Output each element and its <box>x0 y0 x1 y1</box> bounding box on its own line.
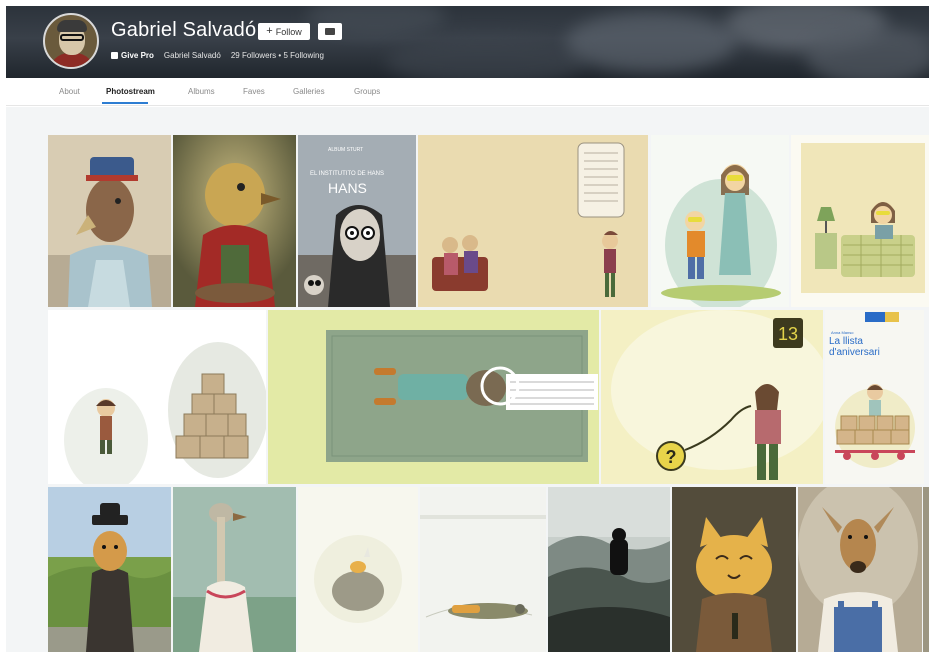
book-title: HANS <box>328 180 367 196</box>
photo-tile[interactable] <box>420 487 546 652</box>
photo-tile[interactable] <box>418 135 648 307</box>
photo-tile[interactable] <box>791 135 929 307</box>
book-author: ALBUM STURT <box>328 147 363 153</box>
photo-tile[interactable] <box>672 487 796 652</box>
message-button[interactable] <box>318 23 342 40</box>
tab-photostream[interactable]: Photostream <box>106 87 155 96</box>
photo-tile[interactable] <box>298 487 418 652</box>
photo-tile[interactable] <box>548 487 670 652</box>
tab-about[interactable]: About <box>59 87 80 96</box>
pro-label: Give Pro <box>121 51 154 60</box>
photo-bird-uniform <box>48 135 171 307</box>
username: Gabriel Salvadó <box>163 51 221 60</box>
follow-label: Follow <box>275 26 302 37</box>
profile-meta: Give Pro Gabriel Salvadó 29 Followers • … <box>111 51 324 60</box>
photo-ostrich-dress <box>173 487 296 652</box>
tab-groups[interactable]: Groups <box>354 87 380 96</box>
photo-fallen-figure <box>420 487 546 652</box>
flickr-profile-page: Gabriel Salvadó + Follow Give Pro Gabrie… <box>0 0 935 652</box>
avatar[interactable] <box>43 13 99 69</box>
question-mark: ? <box>666 447 677 467</box>
profile-subnav: About Photostream Albums Faves Galleries… <box>6 78 929 106</box>
photo-couple-sofa <box>418 135 648 307</box>
followers-count[interactable]: 29 Followers • 5 Following <box>231 51 324 60</box>
mail-icon <box>325 28 335 35</box>
photo-tile[interactable]: Anna Manso La llista d'aniversari <box>825 310 924 484</box>
photo-two-children <box>651 135 789 307</box>
plus-icon: + <box>266 25 273 37</box>
tab-albums[interactable]: Albums <box>188 87 215 96</box>
book-subtitle: EL INSTITUTITO DE HANS <box>310 171 384 177</box>
follow-button[interactable]: + Follow <box>258 23 310 40</box>
photo-child-in-bed <box>791 135 929 307</box>
photo-tile[interactable] <box>48 310 266 484</box>
photo-dog-in-suit <box>48 487 171 652</box>
photo-cat-poster <box>672 487 796 652</box>
photo-tile[interactable] <box>173 135 296 307</box>
photo-figure-on-rug <box>268 310 599 484</box>
photo-bird-on-egg <box>298 487 418 652</box>
book-title: La llista d'aniversari <box>829 336 880 358</box>
cover-cloud <box>566 12 736 72</box>
photo-tile[interactable]: EL INSTITUTITO DE HANS HANS ALBUM STURT <box>298 135 416 307</box>
photo-tile[interactable] <box>268 310 599 484</box>
photo-tile[interactable] <box>173 487 296 652</box>
photo-tile[interactable] <box>48 135 171 307</box>
tab-faves[interactable]: Faves <box>243 87 265 96</box>
active-tab-indicator <box>102 102 148 104</box>
photo-tile[interactable] <box>651 135 789 307</box>
book-author: Anna Manso <box>831 330 854 335</box>
profile-name: Gabriel Salvadó <box>111 19 257 41</box>
photo-silhouette-landscape <box>548 487 670 652</box>
photo-tile[interactable] <box>48 487 171 652</box>
cover-cloud <box>386 36 586 78</box>
photo-book-cover-hans: EL INSTITUTITO DE HANS HANS ALBUM STURT <box>298 135 416 307</box>
tab-galleries[interactable]: Galleries <box>293 87 325 96</box>
photo-tile-partial[interactable] <box>923 487 929 652</box>
gift-icon <box>111 52 118 59</box>
photo-tile[interactable] <box>798 487 922 652</box>
photo-deer-overalls <box>798 487 922 652</box>
pro-badge[interactable]: Give Pro <box>111 51 154 60</box>
photo-boy-and-boxes <box>48 310 266 484</box>
photo-bird-red-jacket <box>173 135 296 307</box>
photo-book-cover-llista: Anna Manso La llista d'aniversari <box>825 310 924 484</box>
photo-child-number-13: 13 ? <box>601 310 823 484</box>
photo-tile[interactable]: 13 ? <box>601 310 823 484</box>
number-13: 13 <box>778 324 798 344</box>
cover-cloud <box>806 26 929 78</box>
profile-cover <box>6 6 929 78</box>
